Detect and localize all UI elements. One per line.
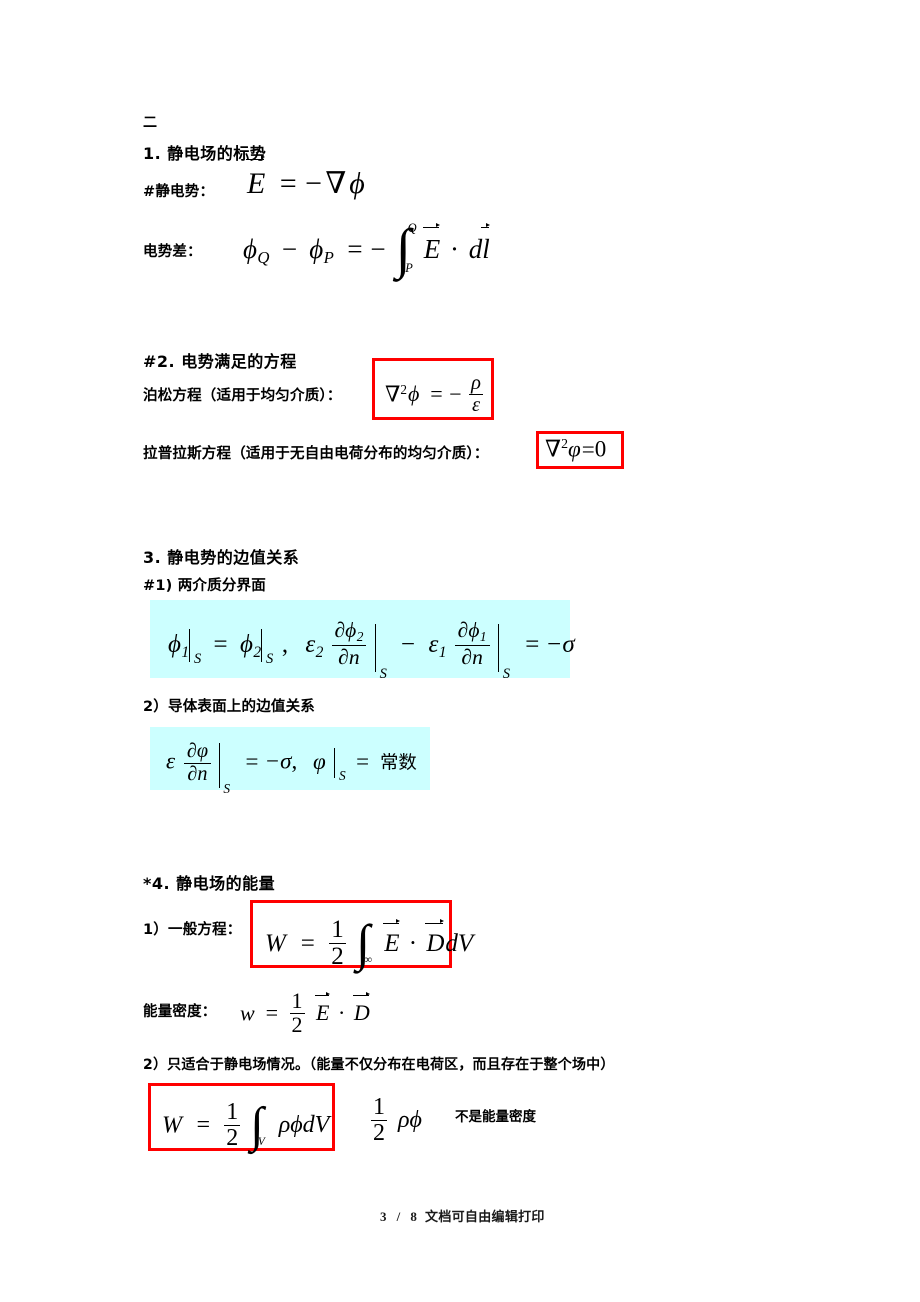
footer-note: 文档可自由编辑打印 bbox=[425, 1210, 545, 1225]
formula-laplace: ∇2φ=0 bbox=[545, 436, 607, 462]
label-potential-difference: 电势差： bbox=[143, 244, 202, 260]
poisson-equation-box: ∇2ϕ = − ρ ε bbox=[372, 358, 494, 420]
integral-sign-volume: ∫ V bbox=[250, 1096, 265, 1152]
vector-E-glyph: E bbox=[245, 154, 266, 200]
footer-page-total: 8 bbox=[410, 1209, 418, 1224]
formula-poisson: ∇2ϕ = − ρ ε bbox=[385, 372, 483, 417]
document-page: 二 1. 静电场的标势 #静电势： E = −∇ ϕ 电势差： ϕQ − ϕP = −… bbox=[0, 0, 920, 1302]
footer-separator: / bbox=[396, 1209, 401, 1224]
footer-page-current: 3 bbox=[380, 1209, 387, 1224]
formula-energy-density: w = 1 2 E · D bbox=[240, 988, 370, 1037]
integral-sign-infinity: ∫ ∞ bbox=[355, 914, 373, 972]
label-conductor-surface: 2）导体表面上的边值关系 bbox=[143, 699, 315, 715]
label-poisson-equation: 泊松方程（适用于均匀介质）： bbox=[143, 388, 342, 404]
energy-charge-region-box: W = 1 2 ∫ V ρϕdV bbox=[148, 1083, 335, 1151]
vector-E-glyph: E bbox=[422, 223, 441, 264]
note-not-energy-density: 不是能量密度 bbox=[455, 1109, 536, 1125]
formula-half-rho-phi: 1 2 ρϕ bbox=[371, 1094, 422, 1146]
formula-energy-charge-region: W = 1 2 ∫ V ρϕdV bbox=[162, 1096, 330, 1152]
formula-conductor-boundary: ε ∂φ ∂n S = −σ, φ S = 常数 bbox=[166, 740, 417, 797]
laplace-equation-box: ∇2φ=0 bbox=[536, 431, 624, 469]
formula-energy-general: W = 1 2 ∫ ∞ E · DdV bbox=[265, 914, 474, 972]
page-footer: 3 / 8 文档可自由编辑打印 bbox=[380, 1206, 545, 1225]
conductor-boundary-condition-box: ε ∂φ ∂n S = −σ, φ S = 常数 bbox=[150, 727, 430, 797]
energy-general-equation-box: W = 1 2 ∫ ∞ E · DdV bbox=[250, 900, 473, 970]
heading-section-2: #2. 电势满足的方程 bbox=[143, 352, 297, 371]
label-energy-density: 能量密度： bbox=[143, 1004, 217, 1020]
section-marker: 二 bbox=[143, 115, 158, 131]
formula-potential-difference: ϕQ − ϕP = − ∫ P Q E · dl bbox=[243, 218, 490, 280]
integral-sign-PQ: ∫ P Q bbox=[395, 218, 417, 280]
formula-field-gradient: E = −∇ ϕ bbox=[245, 154, 365, 200]
heading-section-1: 1. 静电场的标势 bbox=[143, 144, 267, 163]
label-interface-two-media: #1) 两介质分界面 bbox=[143, 578, 266, 594]
heading-section-3: 3. 静电势的边值关系 bbox=[143, 548, 300, 567]
formula-interface-boundary: ϕ1 S = ϕ2 S , ε2 ∂ϕ2 ∂n S − ε1 ∂ϕ1 ∂n S = −… bbox=[168, 618, 575, 682]
heading-section-4: *4. 静电场的能量 bbox=[143, 874, 276, 893]
constant-word: 常数 bbox=[379, 752, 417, 774]
label-general-equation: 1）一般方程： bbox=[143, 922, 242, 938]
label-electrostatic-potential: #静电势： bbox=[143, 184, 215, 200]
label-electrostatic-only-note: 2）只适合于静电场情况。（能量不仅分布在电荷区，而且存在于整个场中） bbox=[143, 1057, 615, 1073]
label-laplace-equation: 拉普拉斯方程（适用于无自由电荷分布的均匀介质）： bbox=[143, 446, 489, 462]
interface-boundary-condition-box: ϕ1 S = ϕ2 S , ε2 ∂ϕ2 ∂n S − ε1 ∂ϕ1 ∂n S = −… bbox=[150, 600, 575, 681]
